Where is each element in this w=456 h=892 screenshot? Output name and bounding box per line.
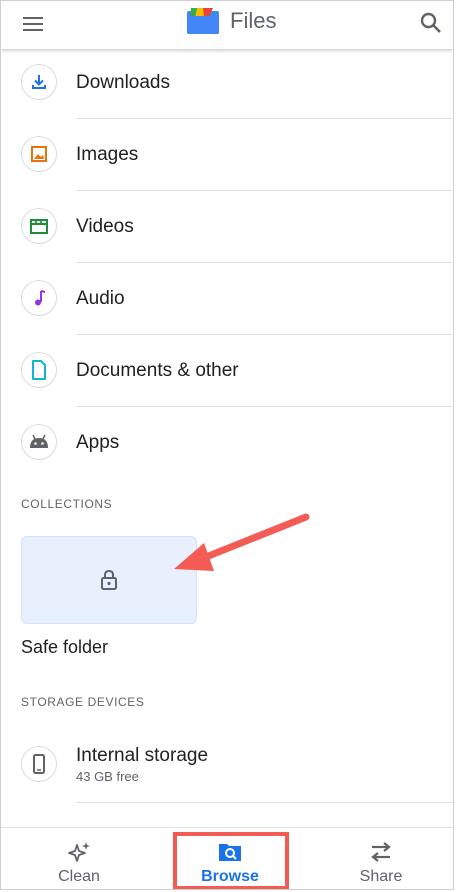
storage-free-space: 43 GB free <box>76 769 139 784</box>
category-label: Apps <box>76 432 120 453</box>
safe-folder-card[interactable] <box>21 536 197 624</box>
download-icon <box>21 64 57 100</box>
nav-clean[interactable]: Clean <box>19 828 139 889</box>
category-label: Downloads <box>76 72 170 93</box>
music-note-icon <box>21 280 57 316</box>
category-images[interactable]: Images <box>1 119 453 191</box>
divider <box>76 802 453 803</box>
app-frame: Files Downloads Images Videos Audio Docu… <box>0 0 454 890</box>
top-app-bar: Files <box>1 1 453 49</box>
storage-devices-header: STORAGE DEVICES <box>21 695 145 709</box>
phone-icon <box>21 746 57 782</box>
category-label: Videos <box>76 216 134 237</box>
nav-share[interactable]: Share <box>321 828 441 889</box>
app-title: Files <box>230 8 277 33</box>
nav-label: Share <box>359 868 403 885</box>
folder-search-icon <box>219 844 241 861</box>
category-documents[interactable]: Documents & other <box>1 335 453 407</box>
category-apps[interactable]: Apps <box>1 407 453 479</box>
video-icon <box>21 208 57 244</box>
nav-label: Clean <box>58 868 100 885</box>
menu-icon[interactable] <box>21 13 47 37</box>
files-logo-icon <box>187 8 219 34</box>
safe-folder-label: Safe folder <box>21 637 109 657</box>
internal-storage-item[interactable]: Internal storage 43 GB free <box>1 726 453 804</box>
category-videos[interactable]: Videos <box>1 191 453 263</box>
document-icon <box>21 352 57 388</box>
category-audio[interactable]: Audio <box>1 263 453 335</box>
category-downloads[interactable]: Downloads <box>1 47 453 119</box>
sparkle-icon <box>68 842 90 862</box>
category-label: Audio <box>76 288 125 309</box>
category-list: Downloads Images Videos Audio Documents … <box>1 47 453 479</box>
collections-header: COLLECTIONS <box>21 497 113 511</box>
lock-icon <box>101 569 117 590</box>
category-label: Images <box>76 144 139 165</box>
bottom-navigation: Clean Browse Share <box>1 827 453 889</box>
storage-name: Internal storage <box>76 745 209 766</box>
nav-browse[interactable]: Browse <box>170 828 290 889</box>
android-icon <box>21 424 57 460</box>
image-icon <box>21 136 57 172</box>
nav-label: Browse <box>201 868 259 885</box>
swap-arrows-icon <box>371 842 391 862</box>
search-icon[interactable] <box>418 10 444 36</box>
category-label: Documents & other <box>76 360 239 381</box>
